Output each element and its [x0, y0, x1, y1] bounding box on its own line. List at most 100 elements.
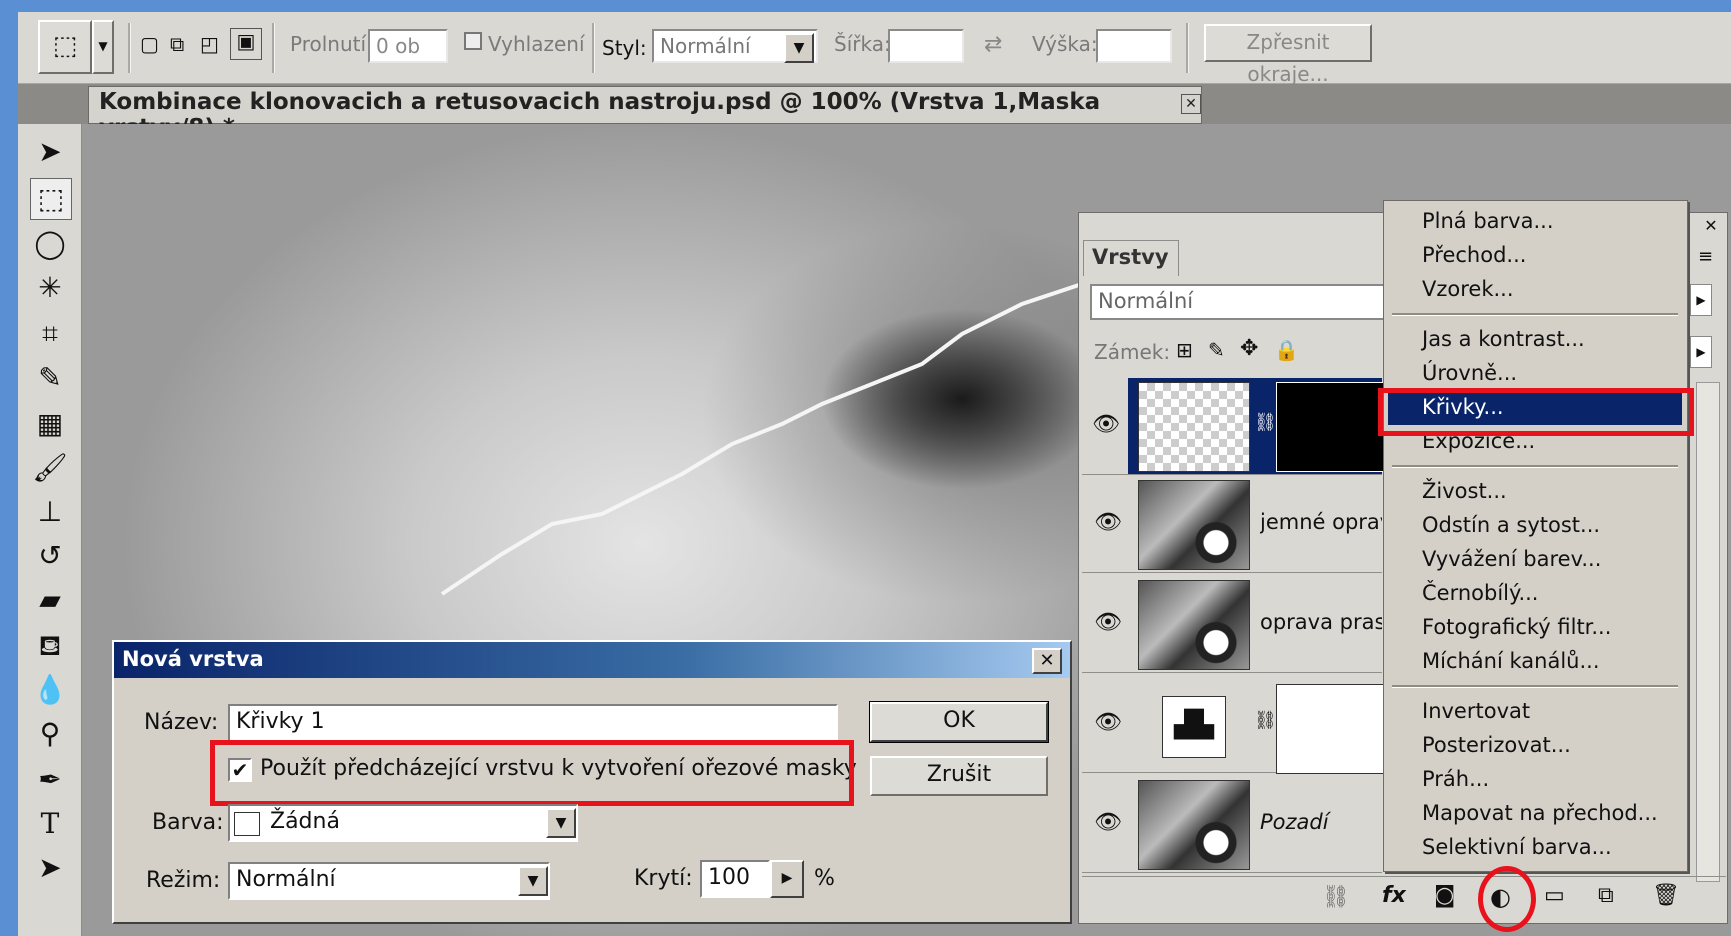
menu-item-gradient-map[interactable]: Mapovat na přechod...: [1388, 799, 1682, 831]
feather-input[interactable]: 0 ob: [368, 29, 448, 63]
panel-close-icon[interactable]: ✕: [1700, 216, 1722, 238]
new-layer-icon[interactable]: ⧉: [1598, 883, 1614, 908]
add-to-selection-icon[interactable]: ⧉: [170, 32, 196, 58]
brush-tool-icon[interactable]: 🖌: [30, 448, 70, 488]
close-document-icon[interactable]: ✕: [1181, 94, 1201, 114]
delete-layer-icon[interactable]: 🗑: [1652, 883, 1680, 908]
clone-stamp-icon[interactable]: ⊥: [30, 492, 70, 532]
panel-menu-icon[interactable]: ≡: [1698, 246, 1713, 267]
opacity-input[interactable]: 100: [700, 860, 770, 898]
levels-adjustment-icon: ▟▙: [1162, 696, 1226, 758]
layer-mask-thumbnail: [1276, 382, 1388, 472]
lock-label: Zámek:: [1094, 340, 1171, 364]
width-input[interactable]: [888, 29, 964, 63]
healing-brush-icon[interactable]: ▦: [30, 404, 70, 444]
tab-layers[interactable]: Vrstvy: [1083, 240, 1179, 276]
panel-flyout-arrow-2[interactable]: ▶: [1690, 336, 1712, 368]
dialog-titlebar[interactable]: Nová vrstva: [114, 642, 1070, 678]
color-value: Žádná: [270, 809, 340, 834]
style-dropdown-arrow[interactable]: ▼: [784, 33, 814, 63]
move-tool-icon[interactable]: ➤: [30, 132, 70, 172]
panel-flyout-arrow-1[interactable]: ▶: [1690, 284, 1712, 316]
mode-select[interactable]: Normální: [228, 862, 550, 900]
menu-item-black-white[interactable]: Černobílý...: [1388, 579, 1682, 611]
antialias-checkbox[interactable]: [464, 32, 482, 50]
swap-dimensions-icon[interactable]: ⇄: [984, 32, 1002, 57]
new-selection-icon[interactable]: ▢: [140, 32, 166, 58]
menu-item-posterize[interactable]: Posterizovat...: [1388, 731, 1682, 763]
menu-item-color-balance[interactable]: Vyvážení barev...: [1388, 545, 1682, 577]
menu-item-pattern[interactable]: Vzorek...: [1388, 275, 1682, 307]
layer-thumbnail: [1138, 382, 1250, 472]
cancel-button[interactable]: Zrušit: [870, 756, 1048, 796]
eyedropper-icon[interactable]: ✎: [30, 358, 70, 398]
color-dropdown-arrow[interactable]: ▼: [546, 808, 576, 838]
layer-row[interactable]: 👁 ▟▙ ⛓: [1082, 676, 1388, 774]
history-brush-icon[interactable]: ↺: [30, 536, 70, 576]
refine-edge-button[interactable]: Zpřesnit okraje...: [1204, 24, 1372, 86]
layer-row[interactable]: 👁 jemné opravy: [1082, 476, 1382, 573]
layer-style-icon[interactable]: fx: [1382, 883, 1406, 908]
lock-all-icon[interactable]: 🔒: [1274, 338, 1299, 362]
menu-item-channel-mixer[interactable]: Míchání kanálů...: [1388, 647, 1682, 679]
preset-dropdown-arrow[interactable]: ▼: [92, 20, 114, 74]
paint-bucket-icon[interactable]: ⛾: [30, 626, 70, 666]
visibility-eye-icon[interactable]: 👁: [1094, 810, 1122, 835]
pen-tool-icon[interactable]: ✒: [30, 760, 70, 800]
visibility-eye-icon[interactable]: 👁: [1094, 510, 1122, 535]
path-selection-icon[interactable]: ➤: [30, 848, 70, 888]
layers-scrollbar[interactable]: [1696, 382, 1720, 882]
menu-item-invert[interactable]: Invertovat: [1388, 697, 1682, 729]
color-select[interactable]: Žádná: [228, 804, 578, 842]
crop-tool-icon[interactable]: ⌗: [30, 314, 70, 354]
magic-wand-icon[interactable]: ✳: [30, 268, 70, 308]
marquee-tool-preset[interactable]: ⬚: [38, 20, 92, 74]
intersect-selection-icon[interactable]: ▣: [230, 28, 262, 60]
dodge-tool-icon[interactable]: ⚲: [30, 714, 70, 754]
height-input[interactable]: [1096, 29, 1172, 63]
opacity-flyout-arrow[interactable]: ▶: [770, 860, 804, 898]
layer-name: jemné opravy: [1260, 510, 1382, 534]
menu-item-vibrance[interactable]: Živost...: [1388, 477, 1682, 509]
menu-item-brightness-contrast[interactable]: Jas a kontrast...: [1388, 325, 1682, 357]
dialog-title: Nová vrstva: [122, 647, 264, 671]
menu-item-gradient[interactable]: Přechod...: [1388, 241, 1682, 273]
menu-item-threshold[interactable]: Práh...: [1388, 765, 1682, 797]
layer-row[interactable]: 👁 oprava prasklin: [1082, 576, 1382, 673]
eraser-icon[interactable]: ▰: [30, 580, 70, 620]
blend-mode-select[interactable]: Normální: [1090, 284, 1390, 320]
add-mask-icon[interactable]: ◙: [1434, 883, 1455, 908]
mask-link-icon[interactable]: ⛓: [1254, 412, 1277, 433]
dialog-close-icon[interactable]: ✕: [1032, 648, 1062, 674]
visibility-eye-icon[interactable]: 👁: [1094, 610, 1122, 635]
mask-link-icon[interactable]: ⛓: [1254, 710, 1277, 731]
visibility-eye-icon[interactable]: 👁: [1094, 710, 1122, 735]
style-label: Styl:: [602, 36, 647, 60]
blur-tool-icon[interactable]: 💧: [30, 670, 70, 710]
lock-pixels-icon[interactable]: ✎: [1208, 338, 1225, 362]
lasso-tool-icon[interactable]: ◯: [30, 224, 70, 264]
menu-item-levels[interactable]: Úrovně...: [1388, 359, 1682, 391]
mode-dropdown-arrow[interactable]: ▼: [518, 866, 548, 896]
lock-transparency-icon[interactable]: ⊞: [1176, 338, 1193, 362]
menu-item-selective-color[interactable]: Selektivní barva...: [1388, 833, 1682, 865]
subtract-selection-icon[interactable]: ◰: [200, 32, 226, 58]
antialias-label: Vyhlazení: [488, 32, 585, 56]
new-group-icon[interactable]: ▭: [1544, 883, 1565, 908]
name-input[interactable]: Křivky 1: [228, 704, 838, 742]
visibility-eye-icon[interactable]: 👁: [1082, 378, 1128, 474]
menu-item-solid-color[interactable]: Plná barva...: [1388, 207, 1682, 239]
menu-item-hue-saturation[interactable]: Odstín a sytost...: [1388, 511, 1682, 543]
menu-item-photo-filter[interactable]: Fotografický filtr...: [1388, 613, 1682, 645]
opacity-label: Krytí:: [634, 866, 693, 891]
layer-thumbnail: [1138, 580, 1250, 670]
layer-row-selected[interactable]: 👁 ⛓: [1082, 378, 1388, 475]
height-label: Výška:: [1032, 32, 1098, 56]
marquee-tool-icon[interactable]: ⬚: [30, 178, 72, 220]
type-tool-icon[interactable]: T: [30, 804, 70, 844]
lock-position-icon[interactable]: ✥: [1240, 336, 1258, 361]
ok-button[interactable]: OK: [869, 701, 1049, 743]
document-tab[interactable]: Kombinace klonovacich a retusovacich nas…: [88, 86, 1202, 141]
link-layers-icon[interactable]: ⛓: [1322, 885, 1350, 910]
layer-row[interactable]: 👁 Pozadí: [1082, 776, 1382, 873]
